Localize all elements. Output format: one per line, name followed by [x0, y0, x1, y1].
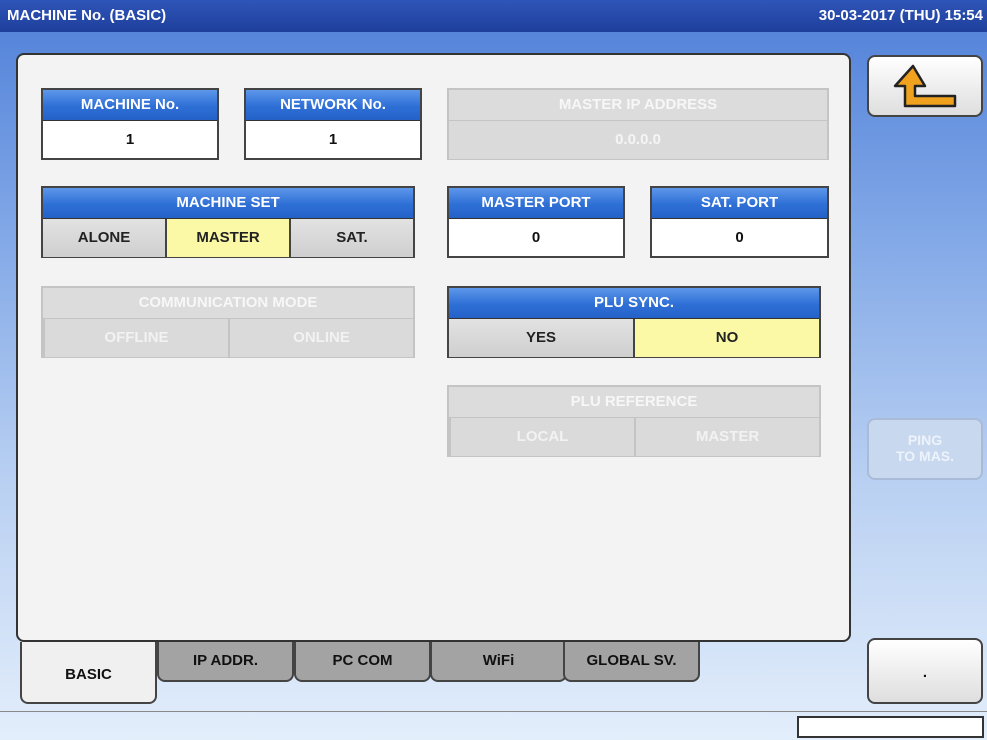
- footer-divider: [0, 711, 987, 712]
- ping-to-master-button: PING TO MAS.: [867, 418, 983, 480]
- ping-label-line2: TO MAS.: [895, 448, 955, 464]
- machine-no-value[interactable]: 1: [43, 121, 217, 159]
- master-ip-label: MASTER IP ADDRESS: [449, 90, 827, 121]
- plu-sync-no-button[interactable]: NO: [633, 319, 819, 357]
- dot-button[interactable]: .: [867, 638, 983, 704]
- online-button: ONLINE: [228, 319, 413, 357]
- sat-port-value[interactable]: 0: [652, 219, 827, 257]
- master-ip-value: 0.0.0.0: [449, 121, 827, 159]
- tab-ip-addr[interactable]: IP ADDR.: [157, 642, 294, 682]
- tab-ip-addr-label: IP ADDR.: [192, 652, 258, 669]
- tab-pc-com[interactable]: PC COM: [294, 642, 431, 682]
- plu-reference-label: PLU REFERENCE: [449, 387, 819, 418]
- tab-wifi[interactable]: WiFi: [430, 642, 567, 682]
- tab-global-sv-label: GLOBAL SV.: [586, 652, 677, 669]
- plu-reference-group: PLU REFERENCE LOCAL MASTER: [447, 385, 821, 457]
- master-port-label: MASTER PORT: [449, 188, 623, 219]
- title-bar: MACHINE No. (BASIC) 30-03-2017 (THU) 15:…: [0, 0, 987, 32]
- status-field: [797, 716, 984, 738]
- dot-label: .: [922, 664, 928, 681]
- machine-no-label: MACHINE No.: [43, 90, 217, 121]
- date-time: 30-03-2017 (THU) 15:54: [818, 7, 983, 24]
- screen-title: MACHINE No. (BASIC): [7, 7, 167, 24]
- network-no-field[interactable]: NETWORK No. 1: [244, 88, 422, 160]
- plu-reference-local-button: LOCAL: [449, 418, 634, 456]
- master-port-field[interactable]: MASTER PORT 0: [447, 186, 625, 258]
- tab-wifi-label: WiFi: [482, 652, 515, 669]
- offline-button: OFFLINE: [43, 319, 228, 357]
- tab-basic[interactable]: BASIC: [20, 642, 157, 704]
- return-arrow-icon: [893, 64, 957, 108]
- ping-label-line1: PING: [907, 432, 943, 448]
- plu-reference-master-button: MASTER: [634, 418, 819, 456]
- tab-basic-label: BASIC: [65, 666, 112, 683]
- sat-port-field[interactable]: SAT. PORT 0: [650, 186, 829, 258]
- communication-mode-label: COMMUNICATION MODE: [43, 288, 413, 319]
- communication-mode-group: COMMUNICATION MODE OFFLINE ONLINE: [41, 286, 415, 358]
- machine-set-label: MACHINE SET: [43, 188, 413, 219]
- plu-sync-group: PLU SYNC. YES NO: [447, 286, 821, 358]
- sat-port-label: SAT. PORT: [652, 188, 827, 219]
- alone-button[interactable]: ALONE: [43, 219, 165, 257]
- sat-button[interactable]: SAT.: [289, 219, 413, 257]
- master-ip-field: MASTER IP ADDRESS 0.0.0.0: [447, 88, 829, 160]
- plu-sync-label: PLU SYNC.: [449, 288, 819, 319]
- tab-pc-com-label: PC COM: [332, 652, 393, 669]
- machine-set-group: MACHINE SET ALONE MASTER SAT.: [41, 186, 415, 258]
- master-port-value[interactable]: 0: [449, 219, 623, 257]
- network-no-label: NETWORK No.: [246, 90, 420, 121]
- tab-global-sv[interactable]: GLOBAL SV.: [563, 642, 700, 682]
- machine-no-field[interactable]: MACHINE No. 1: [41, 88, 219, 160]
- master-button[interactable]: MASTER: [165, 219, 289, 257]
- network-no-value[interactable]: 1: [246, 121, 420, 159]
- plu-sync-yes-button[interactable]: YES: [449, 319, 633, 357]
- back-button[interactable]: [867, 55, 983, 117]
